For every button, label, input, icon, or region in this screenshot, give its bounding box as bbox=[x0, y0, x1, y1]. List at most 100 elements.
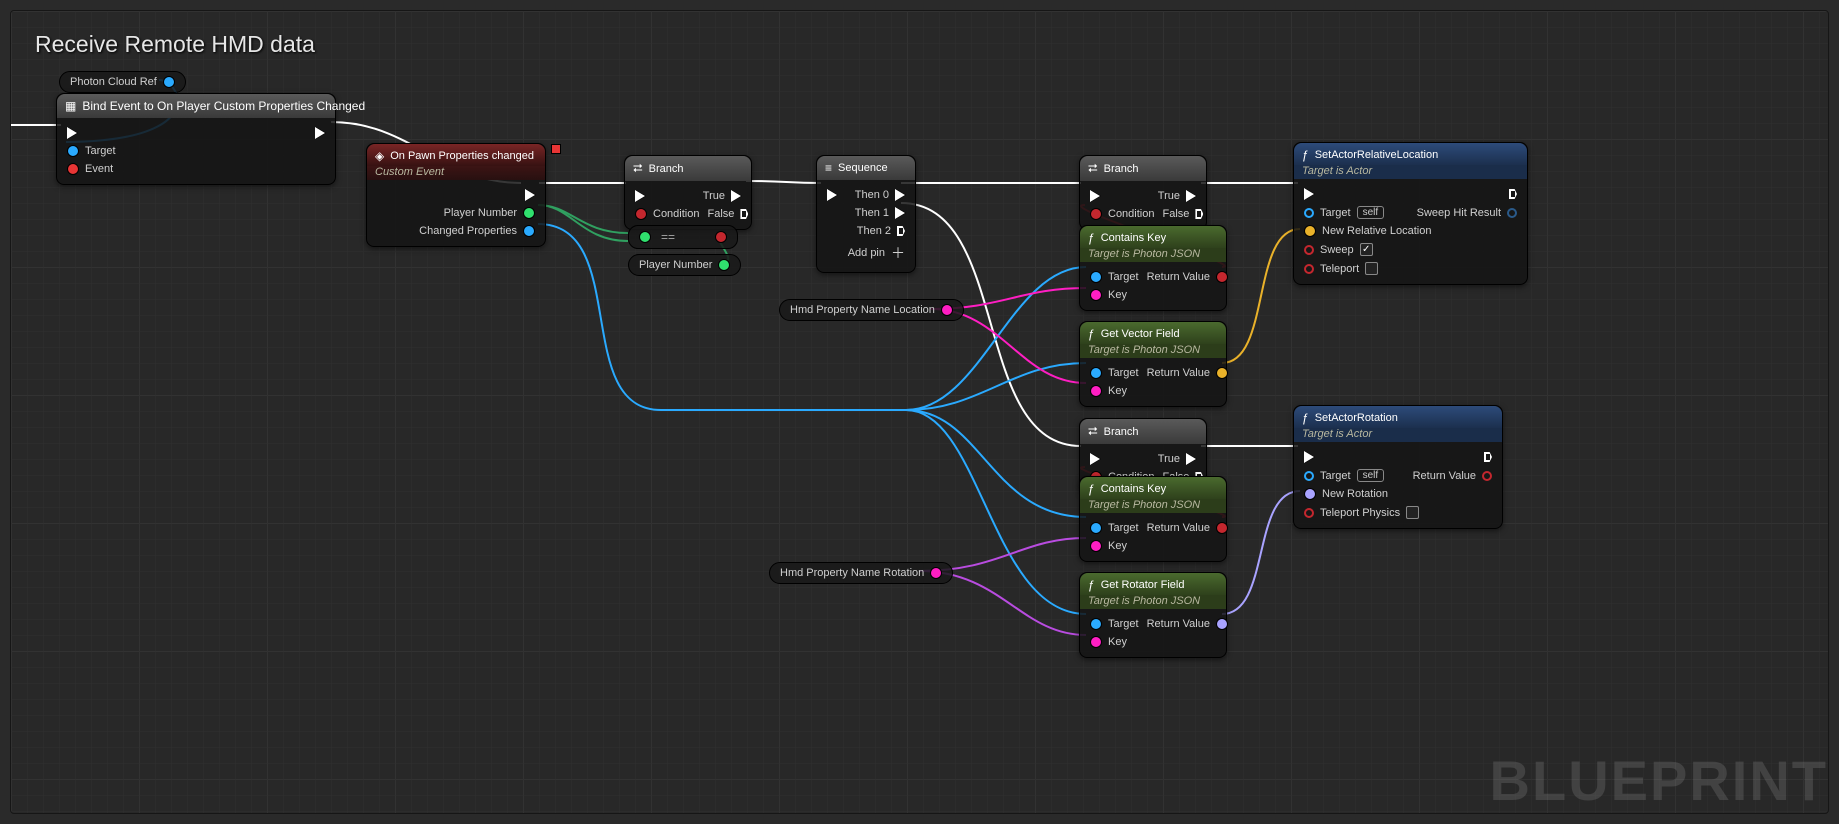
pin-target[interactable] bbox=[1304, 471, 1314, 481]
plus-icon[interactable]: ＋ bbox=[891, 243, 905, 263]
node-set-actor-relative-location[interactable]: ƒ SetActorRelativeLocation Target is Act… bbox=[1293, 142, 1528, 285]
exec-true[interactable] bbox=[731, 190, 741, 202]
pin-key[interactable] bbox=[1090, 385, 1102, 397]
pin-target[interactable] bbox=[1304, 208, 1314, 218]
exec-in[interactable] bbox=[1304, 188, 1314, 200]
node-header: ƒ Contains Key bbox=[1080, 477, 1226, 501]
node-header: ƒ Get Vector Field bbox=[1080, 322, 1226, 346]
event-icon: ▦ bbox=[65, 99, 76, 113]
node-on-pawn-properties-changed[interactable]: ◈ On Pawn Properties changed Custom Even… bbox=[366, 143, 546, 247]
node-header: ƒ Get Rotator Field bbox=[1080, 573, 1226, 597]
function-icon: ƒ bbox=[1088, 482, 1095, 496]
function-icon: ƒ bbox=[1302, 411, 1309, 425]
function-icon: ƒ bbox=[1088, 578, 1095, 592]
pin-new-rotation[interactable] bbox=[1304, 488, 1316, 500]
pin-target[interactable] bbox=[1090, 367, 1102, 379]
pin-condition[interactable] bbox=[635, 208, 647, 220]
var-hmd-property-name-rotation[interactable]: Hmd Property Name Rotation bbox=[769, 562, 953, 584]
node-title: Bind Event to On Player Custom Propertie… bbox=[82, 99, 365, 113]
node-equal[interactable]: == bbox=[628, 225, 738, 249]
node-subtitle: Custom Event bbox=[367, 166, 545, 180]
node-subtitle: Target is Photon JSON bbox=[1080, 595, 1226, 609]
pin-teleport[interactable] bbox=[1304, 264, 1314, 274]
node-branch-1[interactable]: ⮂ Branch True ConditionFalse bbox=[624, 155, 752, 230]
pin-out-object[interactable] bbox=[163, 76, 175, 88]
exec-in[interactable] bbox=[1090, 190, 1100, 202]
pin-key[interactable] bbox=[1090, 540, 1102, 552]
pin-player-number[interactable] bbox=[523, 207, 535, 219]
pin-return[interactable] bbox=[1216, 618, 1228, 630]
node-contains-key-1[interactable]: ƒ Contains Key Target is Photon JSON Tar… bbox=[1079, 225, 1227, 311]
exec-out[interactable] bbox=[525, 189, 535, 201]
node-header: ƒ SetActorRotation bbox=[1294, 406, 1502, 430]
exec-false[interactable] bbox=[1195, 209, 1203, 219]
pin-event[interactable] bbox=[67, 163, 79, 175]
pin-new-relative-location[interactable] bbox=[1304, 225, 1316, 237]
node-header: ƒ Contains Key bbox=[1080, 226, 1226, 250]
exec-out[interactable] bbox=[1484, 452, 1492, 462]
pin-target[interactable] bbox=[1090, 522, 1102, 534]
node-header: ⮂ Branch bbox=[1080, 156, 1206, 181]
pin-key[interactable] bbox=[1090, 636, 1102, 648]
pin-changed-properties[interactable] bbox=[523, 225, 535, 237]
node-contains-key-2[interactable]: ƒ Contains Key Target is Photon JSON Tar… bbox=[1079, 476, 1227, 562]
pin-key[interactable] bbox=[1090, 289, 1102, 301]
exec-out[interactable] bbox=[1509, 189, 1517, 199]
pin-condition[interactable] bbox=[1090, 208, 1102, 220]
node-branch-2[interactable]: ⮂ Branch True ConditionFalse bbox=[1079, 155, 1207, 230]
function-icon: ƒ bbox=[1088, 327, 1095, 341]
node-sequence[interactable]: ≡ Sequence Then 0 Then 1 Then 2 Add pin＋ bbox=[816, 155, 916, 273]
pin-out-bool[interactable] bbox=[715, 231, 727, 243]
exec-true[interactable] bbox=[1186, 453, 1196, 465]
equal-symbol: == bbox=[661, 230, 675, 244]
pin-return[interactable] bbox=[1216, 271, 1228, 283]
pin-sweep-hit-result[interactable] bbox=[1507, 208, 1517, 218]
pin-a[interactable] bbox=[639, 231, 651, 243]
exec-in[interactable] bbox=[1090, 453, 1100, 465]
exec-then0[interactable] bbox=[895, 189, 905, 201]
node-subtitle: Target is Photon JSON bbox=[1080, 248, 1226, 262]
pin-return[interactable] bbox=[1216, 522, 1228, 534]
exec-false[interactable] bbox=[740, 209, 748, 219]
pin-out-name[interactable] bbox=[941, 304, 953, 316]
pin-target[interactable] bbox=[1090, 271, 1102, 283]
branch-icon: ⮂ bbox=[1088, 424, 1098, 439]
comment-title: Receive Remote HMD data bbox=[35, 31, 315, 58]
var-photon-cloud-ref[interactable]: Photon Cloud Ref bbox=[59, 71, 186, 93]
exec-then1[interactable] bbox=[895, 207, 905, 219]
pin-target[interactable] bbox=[67, 145, 79, 157]
exec-in[interactable] bbox=[1304, 451, 1314, 463]
pin-return[interactable] bbox=[1482, 471, 1492, 481]
checkbox-teleport[interactable] bbox=[1365, 262, 1378, 275]
delegate-pin[interactable] bbox=[551, 144, 561, 154]
var-player-number[interactable]: Player Number bbox=[628, 254, 741, 276]
checkbox-sweep[interactable]: ✓ bbox=[1360, 243, 1373, 256]
var-hmd-property-name-location[interactable]: Hmd Property Name Location bbox=[779, 299, 964, 321]
pin-teleport-physics[interactable] bbox=[1304, 508, 1314, 518]
pin-return[interactable] bbox=[1216, 367, 1228, 379]
node-bind-event[interactable]: ▦ Bind Event to On Player Custom Propert… bbox=[56, 93, 336, 185]
exec-in[interactable] bbox=[635, 190, 645, 202]
exec-out[interactable] bbox=[315, 127, 325, 139]
node-get-vector-field[interactable]: ƒ Get Vector Field Target is Photon JSON… bbox=[1079, 321, 1227, 407]
node-get-rotator-field[interactable]: ƒ Get Rotator Field Target is Photon JSO… bbox=[1079, 572, 1227, 658]
blueprint-canvas[interactable]: Receive Remote HMD data Photon Cloud Ref bbox=[10, 10, 1829, 814]
pin-out-int[interactable] bbox=[718, 259, 730, 271]
node-title: On Pawn Properties changed bbox=[390, 150, 534, 162]
pin-sweep[interactable] bbox=[1304, 245, 1314, 255]
checkbox-teleport-physics[interactable] bbox=[1406, 506, 1419, 519]
node-header: ƒ SetActorRelativeLocation bbox=[1294, 143, 1527, 167]
function-icon: ƒ bbox=[1088, 231, 1095, 245]
node-subtitle: Target is Photon JSON bbox=[1080, 344, 1226, 358]
pin-out-name[interactable] bbox=[930, 567, 942, 579]
node-header: ⮂ Branch bbox=[1080, 419, 1206, 444]
node-set-actor-rotation[interactable]: ƒ SetActorRotation Target is Actor Targe… bbox=[1293, 405, 1503, 529]
exec-true[interactable] bbox=[1186, 190, 1196, 202]
custom-event-icon: ◈ bbox=[375, 149, 384, 163]
exec-in[interactable] bbox=[67, 127, 77, 139]
branch-icon: ⮂ bbox=[1088, 161, 1098, 176]
pin-target[interactable] bbox=[1090, 618, 1102, 630]
node-header: ▦ Bind Event to On Player Custom Propert… bbox=[57, 94, 335, 118]
exec-then2[interactable] bbox=[897, 226, 905, 236]
exec-in[interactable] bbox=[827, 189, 837, 201]
